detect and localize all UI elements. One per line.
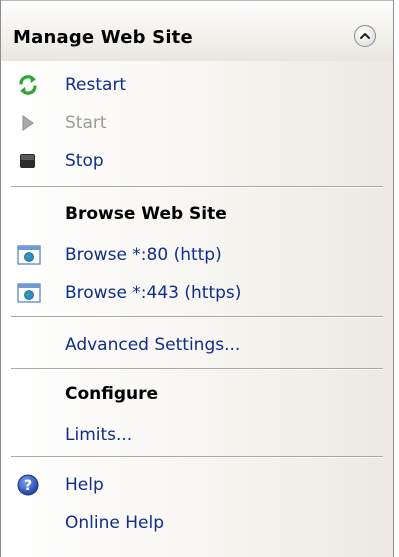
restart-icon — [17, 74, 39, 96]
browser-window-icon — [17, 282, 41, 304]
advanced-settings-action[interactable]: Advanced Settings... — [1, 328, 393, 364]
online-help-label: Online Help — [65, 513, 164, 533]
divider — [11, 456, 383, 458]
browse-https-action[interactable]: Browse *:443 (https) — [1, 276, 393, 312]
divider — [11, 316, 383, 318]
header-title: Manage Web Site — [13, 27, 193, 48]
browse-http-action[interactable]: Browse *:80 (http) — [1, 238, 393, 274]
divider — [11, 368, 383, 370]
stop-label: Stop — [65, 151, 104, 171]
limits-action[interactable]: Limits... — [1, 418, 393, 454]
restart-action[interactable]: Restart — [1, 68, 393, 104]
divider — [11, 186, 383, 188]
browse-section-title: Browse Web Site — [65, 204, 227, 224]
chevron-up-icon — [360, 33, 370, 39]
restart-label: Restart — [65, 75, 127, 95]
online-help-action[interactable]: Online Help — [1, 506, 393, 542]
start-label: Start — [65, 113, 107, 133]
advanced-settings-label: Advanced Settings... — [65, 335, 241, 355]
actions-pane: Manage Web Site Restart Start Stop Brows… — [0, 0, 394, 557]
collapse-button[interactable] — [354, 25, 376, 47]
stop-action[interactable]: Stop — [1, 144, 393, 180]
browser-window-icon — [17, 244, 41, 266]
play-icon — [17, 112, 39, 134]
help-icon: ? — [17, 474, 39, 496]
configure-section-title: Configure — [65, 384, 159, 404]
stop-icon — [17, 150, 39, 172]
start-action[interactable]: Start — [1, 106, 393, 142]
help-label: Help — [65, 475, 104, 495]
manage-web-site-header[interactable]: Manage Web Site — [1, 0, 393, 61]
browse-http-label: Browse *:80 (http) — [65, 245, 222, 265]
help-action[interactable]: ? Help — [1, 468, 393, 504]
browse-https-label: Browse *:443 (https) — [65, 283, 242, 303]
limits-label: Limits... — [65, 425, 133, 445]
svg-text:?: ? — [24, 478, 32, 494]
